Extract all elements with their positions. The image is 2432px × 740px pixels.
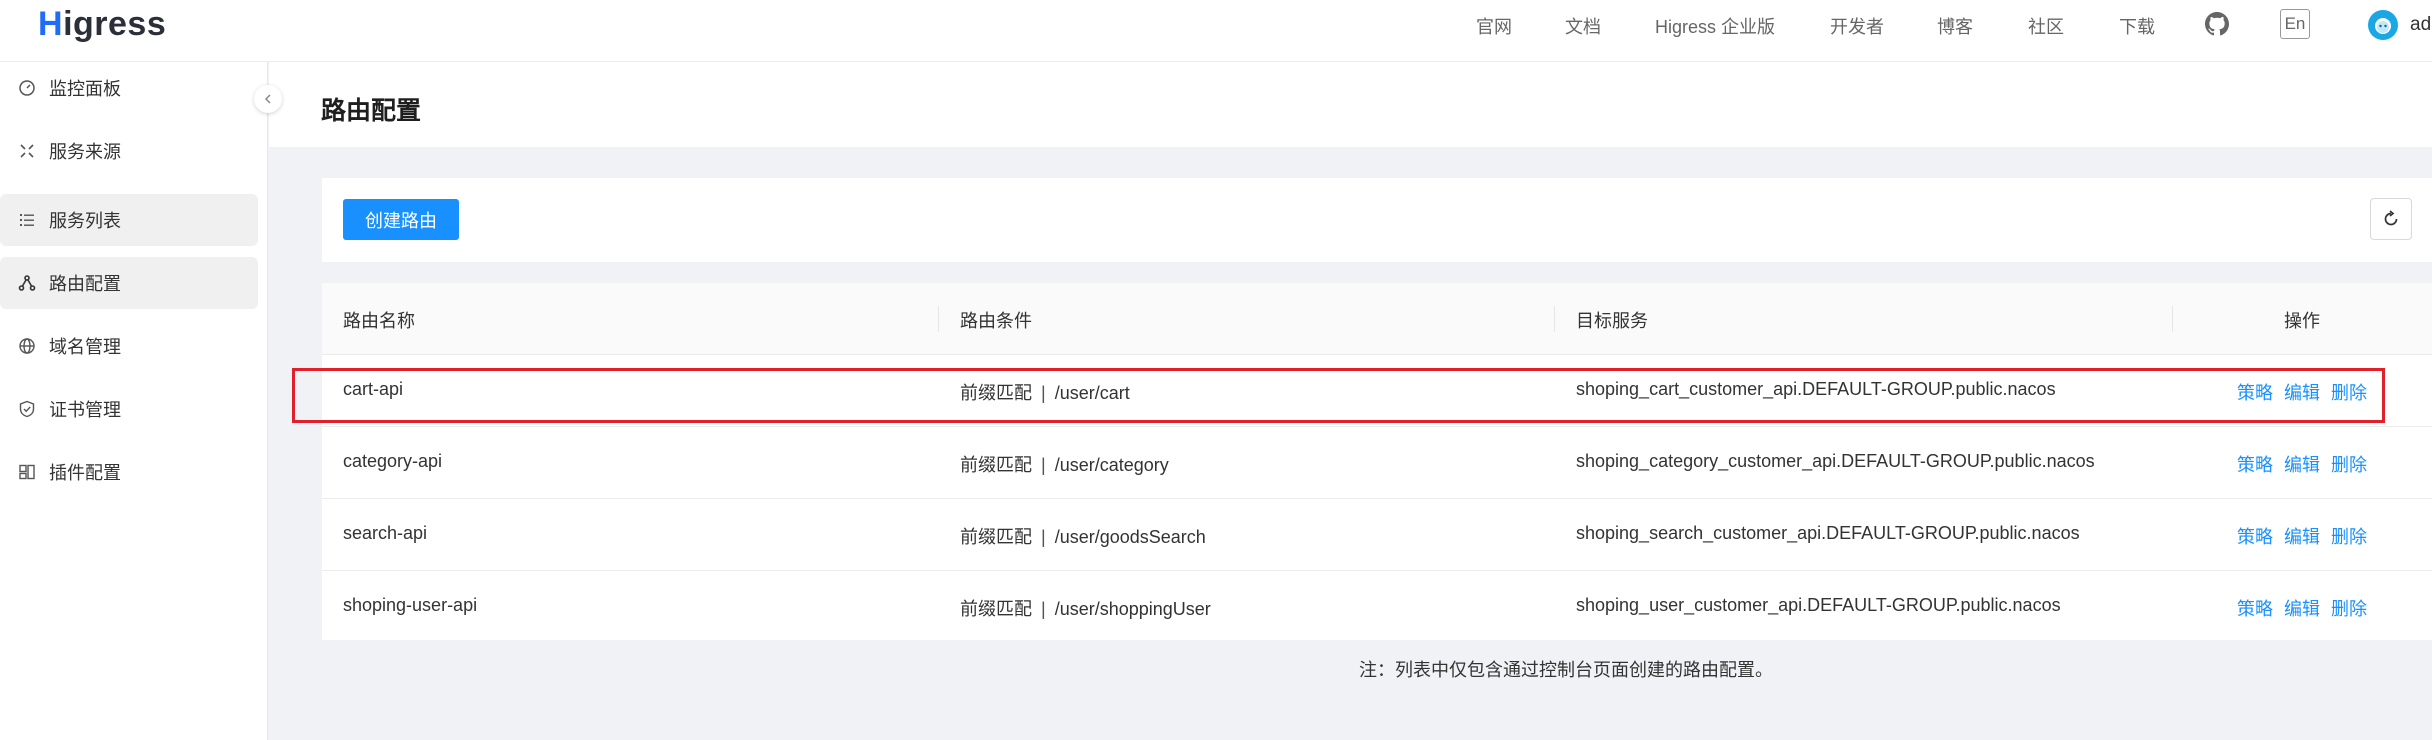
language-toggle-button[interactable]: En [2280,9,2310,39]
policy-link[interactable]: 策略 [2237,595,2273,621]
table-row: search-api 前缀匹配 | /user/goodsSearch shopin… [322,499,2432,571]
top-header: Higress 官网 文档 Higress 企业版 开发者 博客 社区 下载 E… [0,0,2432,62]
condition-separator: | [1041,383,1046,403]
condition-separator: | [1041,455,1046,475]
refresh-button[interactable] [2370,198,2412,240]
list-icon [18,211,36,229]
sidebar-item-service-source[interactable]: 服务来源 [0,125,258,177]
chevron-left-icon [264,94,271,104]
match-path: /user/category [1054,455,1169,475]
page-title: 路由配置 [321,97,422,125]
table-footnote: 注：列表中仅包含通过控制台页面创建的路由配置。 [1359,660,1773,680]
route-name-cell: category-api [343,451,443,471]
sidebar-item-label: 插件配置 [49,463,121,483]
nav-docs[interactable]: 文档 [1565,13,1601,39]
sidebar-item-label: 监控面板 [49,79,121,99]
route-condition-cell: 前缀匹配 | /user/goodsSearch [960,523,1206,549]
target-service-cell: shoping_cart_customer_api.DEFAULT-GROUP.… [1576,379,2056,399]
nav-community[interactable]: 社区 [2028,13,2064,39]
sidebar-item-label: 证书管理 [49,400,121,420]
match-path: /user/goodsSearch [1054,527,1206,547]
plugin-icon [18,463,36,481]
table-row: shoping-user-api 前缀匹配 | /user/shoppingUser… [322,571,2432,643]
sidebar-item-certificate-management[interactable]: 证书管理 [0,383,258,435]
route-condition-cell: 前缀匹配 | /user/shoppingUser [960,595,1211,621]
top-nav: 官网 文档 Higress 企业版 开发者 博客 社区 下载 [0,0,2432,52]
table-row: cart-api 前缀匹配 | /user/cart shoping_cart_cu… [322,355,2432,427]
user-avatar[interactable] [2368,10,2398,40]
toolbar: 创建路由 [322,178,2432,262]
delete-link[interactable]: 删除 [2331,595,2367,621]
match-type: 前缀匹配 [960,599,1032,619]
nav-developers[interactable]: 开发者 [1830,13,1884,39]
dashboard-icon [18,79,36,97]
sidebar-item-plugin-config[interactable]: 插件配置 [0,446,258,498]
service-source-icon [18,142,36,160]
sidebar-item-dashboard[interactable]: 监控面板 [0,62,258,114]
policy-link[interactable]: 策略 [2237,379,2273,405]
route-name-cell: cart-api [343,379,404,399]
column-divider [2172,306,2173,332]
table-row: category-api 前缀匹配 | /user/category shoping… [322,427,2432,499]
route-condition-cell: 前缀匹配 | /user/category [960,451,1169,477]
sidebar-item-label: 服务来源 [49,142,121,162]
edit-link[interactable]: 编辑 [2284,379,2320,405]
column-header-actions: 操作 [2284,311,2320,331]
sidebar-item-route-config[interactable]: 路由配置 [0,257,258,309]
route-condition-cell: 前缀匹配 | /user/cart [960,379,1130,405]
route-icon [18,274,36,292]
sidebar-collapse-button[interactable] [254,85,282,113]
match-path: /user/shoppingUser [1054,599,1211,619]
user-name[interactable]: ad [2410,14,2431,36]
edit-link[interactable]: 编辑 [2284,523,2320,549]
target-service-cell: shoping_user_customer_api.DEFAULT-GROUP.… [1576,595,2061,615]
delete-link[interactable]: 删除 [2331,379,2367,405]
delete-link[interactable]: 删除 [2331,523,2367,549]
delete-link[interactable]: 删除 [2331,451,2367,477]
column-header-route-name: 路由名称 [343,311,415,331]
sidebar-item-service-list[interactable]: 服务列表 [0,194,258,246]
sidebar: 监控面板 服务来源 服务列表 路由配置 域名管理 证书管理 插件配置 [0,62,268,740]
sidebar-item-label: 路由配置 [49,274,121,294]
page-header: 路由配置 [269,62,2432,147]
route-name-cell: search-api [343,523,428,543]
column-divider [1554,306,1555,332]
routes-table: 路由名称 路由条件 目标服务 操作 cart-api 前缀匹配 | /user/ca… [322,283,2432,640]
sidebar-item-label: 域名管理 [49,337,121,357]
column-header-route-condition: 路由条件 [960,311,1032,331]
policy-link[interactable]: 策略 [2237,451,2273,477]
nav-official-site[interactable]: 官网 [1476,13,1512,39]
condition-separator: | [1041,527,1046,547]
edit-link[interactable]: 编辑 [2284,451,2320,477]
avatar-face-icon [2375,18,2391,34]
column-header-target-service: 目标服务 [1576,311,1648,331]
target-service-cell: shoping_category_customer_api.DEFAULT-GR… [1576,451,2095,471]
sidebar-item-domain-management[interactable]: 域名管理 [0,320,258,372]
nav-blog[interactable]: 博客 [1937,13,1973,39]
refresh-icon [2384,210,2398,226]
match-type: 前缀匹配 [960,527,1032,547]
shield-icon [18,400,36,418]
target-service-cell: shoping_search_customer_api.DEFAULT-GROU… [1576,523,2080,543]
globe-icon [18,337,36,355]
match-path: /user/cart [1054,383,1130,403]
match-type: 前缀匹配 [960,383,1032,403]
nav-download[interactable]: 下载 [2119,13,2155,39]
condition-separator: | [1041,599,1046,619]
sidebar-item-label: 服务列表 [49,211,121,231]
github-icon[interactable] [2205,12,2229,36]
column-divider [938,306,939,332]
table-header: 路由名称 路由条件 目标服务 操作 [322,283,2432,355]
route-name-cell: shoping-user-api [343,595,478,615]
policy-link[interactable]: 策略 [2237,523,2273,549]
create-route-button[interactable]: 创建路由 [343,199,459,240]
nav-enterprise[interactable]: Higress 企业版 [1655,13,1775,39]
match-type: 前缀匹配 [960,455,1032,475]
edit-link[interactable]: 编辑 [2284,595,2320,621]
